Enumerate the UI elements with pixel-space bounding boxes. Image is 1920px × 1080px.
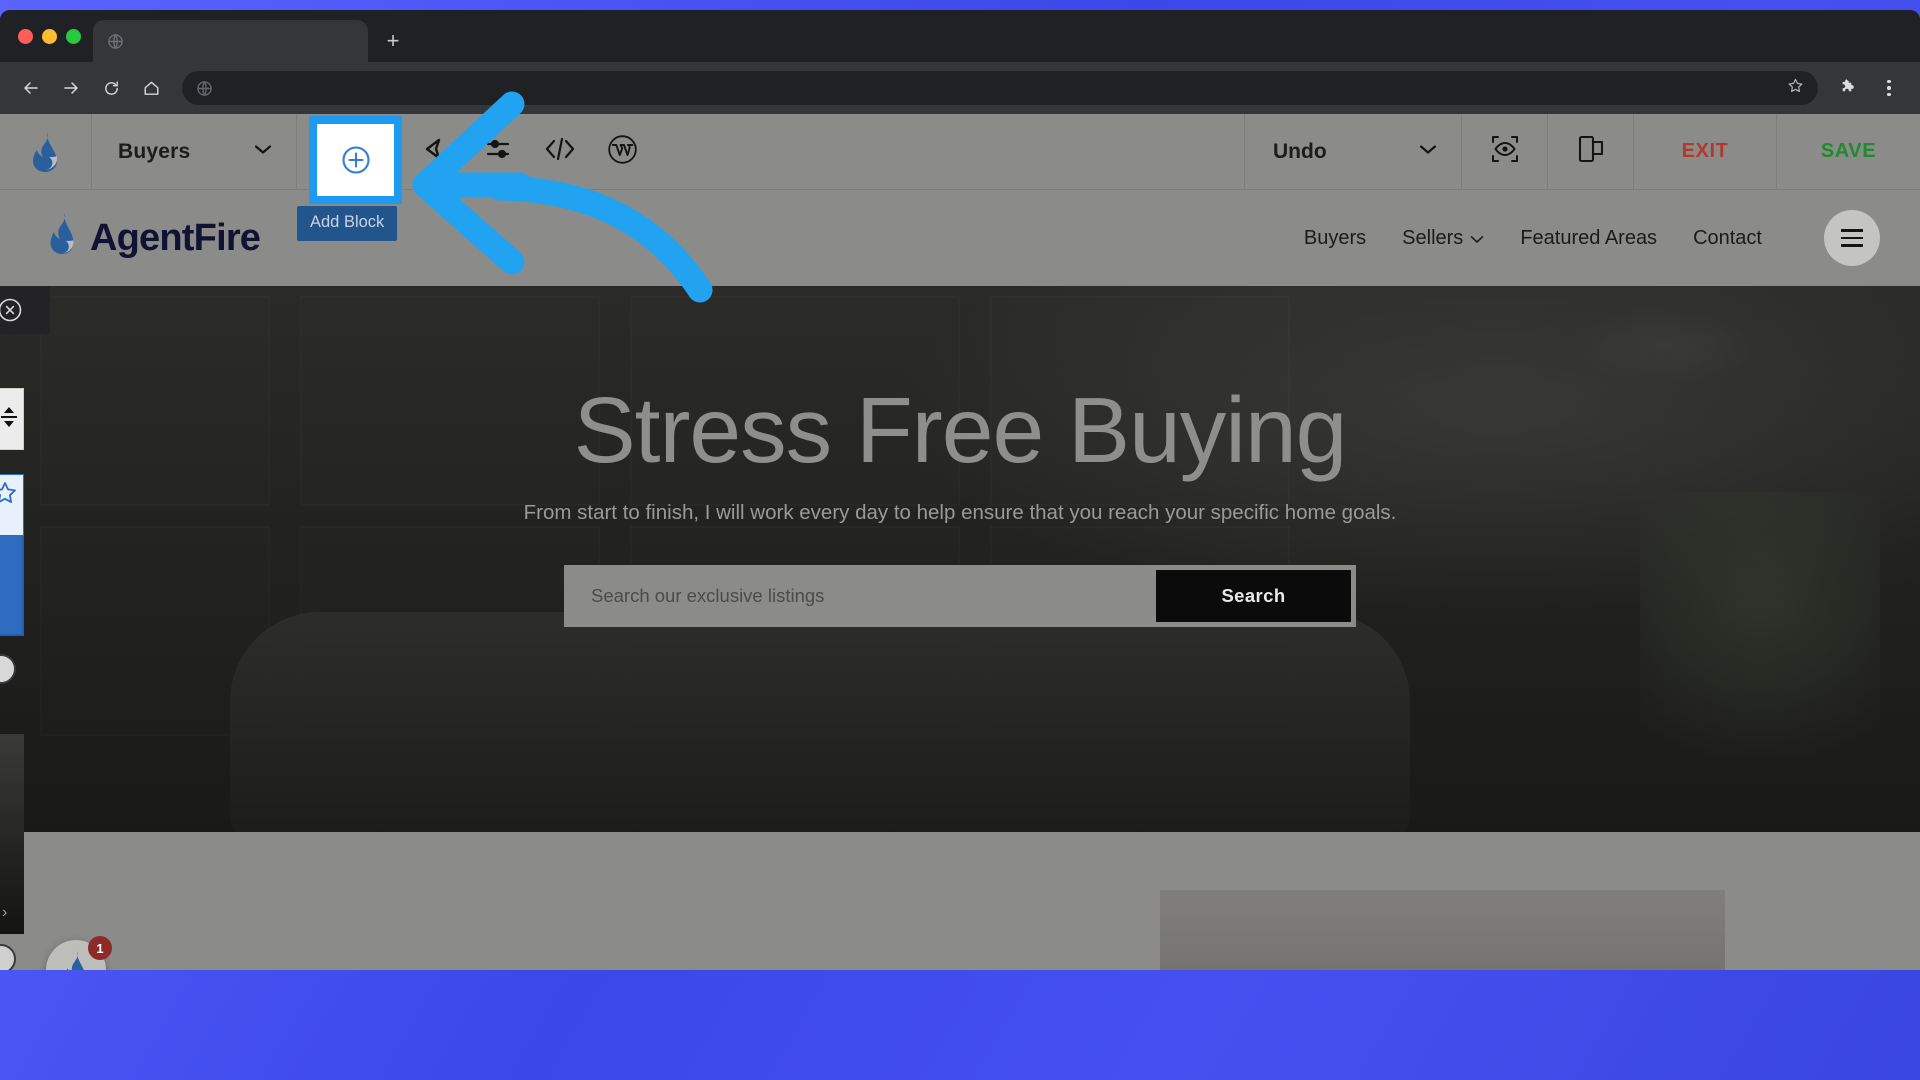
content-card-placeholder bbox=[1160, 890, 1725, 970]
reload-icon[interactable] bbox=[94, 71, 128, 105]
back-arrow-icon[interactable] bbox=[14, 71, 48, 105]
minimize-window-button[interactable] bbox=[42, 28, 57, 44]
forward-arrow-icon[interactable] bbox=[54, 71, 88, 105]
search-button[interactable]: Search bbox=[1156, 569, 1351, 622]
hamburger-menu-icon[interactable] bbox=[1824, 210, 1880, 266]
window-traffic-lights bbox=[10, 10, 93, 62]
drawer-items: › bbox=[0, 334, 50, 970]
kebab-menu-icon[interactable] bbox=[1872, 71, 1906, 105]
drawer-item-drag-handle[interactable] bbox=[0, 388, 24, 450]
add-block-highlight[interactable] bbox=[309, 115, 402, 204]
nav-item-featured-areas[interactable]: Featured Areas bbox=[1520, 227, 1657, 250]
chat-unread-badge: 1 bbox=[88, 936, 112, 960]
undo-dropdown[interactable]: Undo bbox=[1244, 114, 1462, 190]
hero-couch-decoration bbox=[230, 612, 1410, 832]
save-button[interactable]: SAVE bbox=[1777, 114, 1920, 190]
chevron-down-icon bbox=[1417, 142, 1439, 161]
listing-search-bar: Search bbox=[564, 564, 1356, 627]
add-block-icon bbox=[317, 123, 394, 196]
wordpress-icon bbox=[607, 134, 638, 170]
chevron-right-icon[interactable]: › bbox=[2, 904, 7, 922]
site-brand-name: AgentFire bbox=[90, 216, 261, 259]
hero-subtitle: From start to finish, I will work every … bbox=[523, 500, 1397, 524]
layout-copy-icon bbox=[1576, 133, 1606, 170]
chat-widget[interactable]: 1 bbox=[46, 936, 112, 970]
nav-label: Buyers bbox=[1303, 226, 1367, 249]
agentfire-builder-toolbar: Buyers Add Block Undo EXIT SAVE bbox=[0, 114, 1920, 241]
builder-tools-group: Add Block bbox=[297, 114, 653, 241]
nav-item-contact[interactable]: Contact bbox=[1693, 227, 1762, 250]
browser-toolbar bbox=[0, 62, 1920, 114]
hero-section: Stress Free Buying From start to finish,… bbox=[0, 286, 1920, 832]
drawer-item-circle[interactable] bbox=[0, 944, 16, 970]
add-block-button[interactable]: Add Block bbox=[297, 114, 402, 241]
page-selector-value: Buyers bbox=[118, 139, 191, 163]
page-selector-dropdown[interactable]: Buyers bbox=[92, 114, 297, 190]
flame-logo-icon bbox=[48, 212, 78, 265]
hero-title: Stress Free Buying bbox=[573, 378, 1348, 482]
browser-window: + Buyers Add Block Undo EXIT SAVE AgentF… bbox=[0, 10, 1920, 970]
move-vertical-icon bbox=[0, 405, 19, 434]
tab-strip: + bbox=[0, 10, 1920, 62]
close-window-button[interactable] bbox=[18, 28, 33, 44]
home-icon[interactable] bbox=[134, 71, 168, 105]
browser-tab[interactable] bbox=[93, 20, 368, 62]
hero-content: Stress Free Buying From start to finish,… bbox=[0, 286, 1920, 627]
site-header: AgentFire Buyers Sellers Featured Areas … bbox=[0, 190, 1920, 286]
exit-button[interactable]: EXIT bbox=[1634, 114, 1777, 190]
address-input[interactable] bbox=[225, 80, 1775, 96]
sliders-icon bbox=[483, 134, 513, 169]
design-palette-button[interactable] bbox=[405, 114, 467, 190]
undo-label: Undo bbox=[1273, 139, 1327, 163]
nav-item-sellers[interactable]: Sellers bbox=[1402, 227, 1484, 250]
agentfire-flame-icon[interactable] bbox=[0, 114, 92, 190]
search-input[interactable] bbox=[569, 569, 1156, 622]
settings-sliders-button[interactable] bbox=[467, 114, 529, 190]
chevron-down-icon bbox=[1470, 227, 1484, 250]
wordpress-button[interactable] bbox=[591, 114, 653, 190]
editor-left-drawer: › bbox=[0, 286, 50, 970]
star-icon bbox=[0, 480, 18, 511]
maximize-window-button[interactable] bbox=[66, 28, 81, 44]
chevron-down-icon bbox=[252, 142, 274, 161]
address-bar[interactable] bbox=[182, 71, 1818, 105]
preview-eye-icon bbox=[1489, 133, 1521, 170]
preview-button[interactable] bbox=[1462, 114, 1548, 190]
below-hero-section bbox=[0, 832, 1920, 970]
add-block-tooltip: Add Block bbox=[297, 205, 398, 241]
nav-label: Sellers bbox=[1402, 226, 1464, 249]
new-tab-button[interactable]: + bbox=[376, 24, 410, 58]
globe-icon bbox=[107, 33, 124, 50]
nav-label: Contact bbox=[1693, 226, 1762, 249]
new-tab-label: + bbox=[386, 28, 400, 53]
star-icon[interactable] bbox=[1787, 77, 1804, 99]
site-navigation: Buyers Sellers Featured Areas Contact bbox=[1304, 210, 1880, 266]
page-viewport: Buyers Add Block Undo EXIT SAVE AgentFir… bbox=[0, 114, 1920, 970]
code-button[interactable] bbox=[529, 114, 591, 190]
globe-icon bbox=[196, 80, 213, 97]
responsive-layout-button[interactable] bbox=[1548, 114, 1634, 190]
nav-item-buyers[interactable]: Buyers bbox=[1304, 227, 1366, 250]
info-circle-icon[interactable] bbox=[0, 654, 16, 684]
puzzle-piece-icon[interactable] bbox=[1832, 71, 1866, 105]
code-brackets-icon bbox=[543, 136, 577, 167]
site-brand-logo[interactable]: AgentFire bbox=[48, 212, 261, 265]
nav-label: Featured Areas bbox=[1520, 226, 1658, 249]
builder-actions-group: Undo EXIT SAVE bbox=[1244, 114, 1920, 190]
palette-icon bbox=[419, 132, 453, 171]
